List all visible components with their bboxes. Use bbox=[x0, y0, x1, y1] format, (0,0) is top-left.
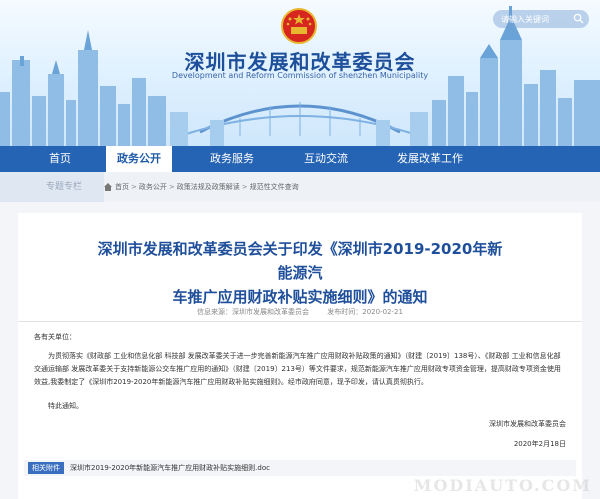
article-title-line: 车推广应用财政补贴实施细则》的通知 bbox=[172, 288, 428, 306]
article-sign-date: 2020年2月18日 bbox=[513, 440, 566, 448]
main-nav: 首页 政务公开 政务服务 互动交流 发展改革工作 bbox=[0, 146, 600, 172]
nav-item-home[interactable]: 首页 bbox=[40, 146, 80, 172]
search-input[interactable] bbox=[501, 12, 571, 26]
article-meta: 信息来源：深圳市发展和改革委员会 发布时间：2020-02-21 bbox=[0, 307, 600, 317]
article-body: 为贯彻落实《财政部 工业和信息化部 科技部 发展改革委关于进一步完善新能源汽车推… bbox=[34, 352, 561, 386]
breadcrumb-item[interactable]: 首页 bbox=[115, 183, 129, 191]
article-title: 深圳市发展和改革委员会关于印发《深圳市2019-2020年新能源汽 车推广应用财… bbox=[92, 237, 508, 309]
attachment-bar: 相关附件 深圳市2019-2020年新能源汽车推广应用财政补贴实施细则.doc bbox=[24, 460, 576, 476]
breadcrumb-item[interactable]: 政策法规及政策解读 bbox=[177, 183, 240, 191]
divider bbox=[18, 321, 582, 322]
national-emblem-icon bbox=[281, 8, 317, 44]
watermark: MODIAUTO.COM bbox=[413, 476, 592, 495]
article-source: 信息来源：深圳市发展和改革委员会 bbox=[197, 308, 310, 316]
breadcrumb-item[interactable]: 政务公开 bbox=[139, 183, 167, 191]
article-closing: 特此通知。 bbox=[48, 402, 83, 410]
nav-item-interaction[interactable]: 互动交流 bbox=[296, 146, 356, 172]
attachment-link[interactable]: 深圳市2019-2020年新能源汽车推广应用财政补贴实施细则.doc bbox=[70, 461, 270, 475]
nav-item-government-affairs[interactable]: 政务公开 bbox=[106, 146, 172, 172]
breadcrumb-item[interactable]: 规范性文件查询 bbox=[250, 183, 299, 191]
search-icon[interactable] bbox=[573, 13, 584, 24]
home-icon bbox=[104, 183, 112, 191]
nav-item-government-services[interactable]: 政务服务 bbox=[202, 146, 262, 172]
article-title-line: 深圳市发展和改革委员会关于印发《深圳市2019-2020年新能源汽 bbox=[97, 240, 503, 282]
article-signature: 深圳市发展和改革委员会 bbox=[489, 420, 566, 428]
search-box bbox=[493, 10, 589, 28]
article-date: 发布时间：2020-02-21 bbox=[327, 308, 403, 316]
special-topics-tab[interactable]: 专题专栏 bbox=[0, 172, 104, 202]
site-subtitle: Development and Reform Commission of she… bbox=[171, 71, 429, 80]
breadcrumb-bar: 专题专栏 首页 > 政务公开 > 政策法规及政策解读 > 规范性文件查询 bbox=[0, 172, 600, 202]
site-header: 深圳市发展和改革委员会 Development and Reform Commi… bbox=[0, 0, 600, 146]
breadcrumb: 首页 > 政务公开 > 政策法规及政策解读 > 规范性文件查询 bbox=[115, 183, 299, 191]
attachment-tag: 相关附件 bbox=[28, 462, 64, 474]
article-greeting: 各有关单位： bbox=[34, 333, 76, 341]
nav-item-reform-work[interactable]: 发展改革工作 bbox=[388, 146, 472, 172]
